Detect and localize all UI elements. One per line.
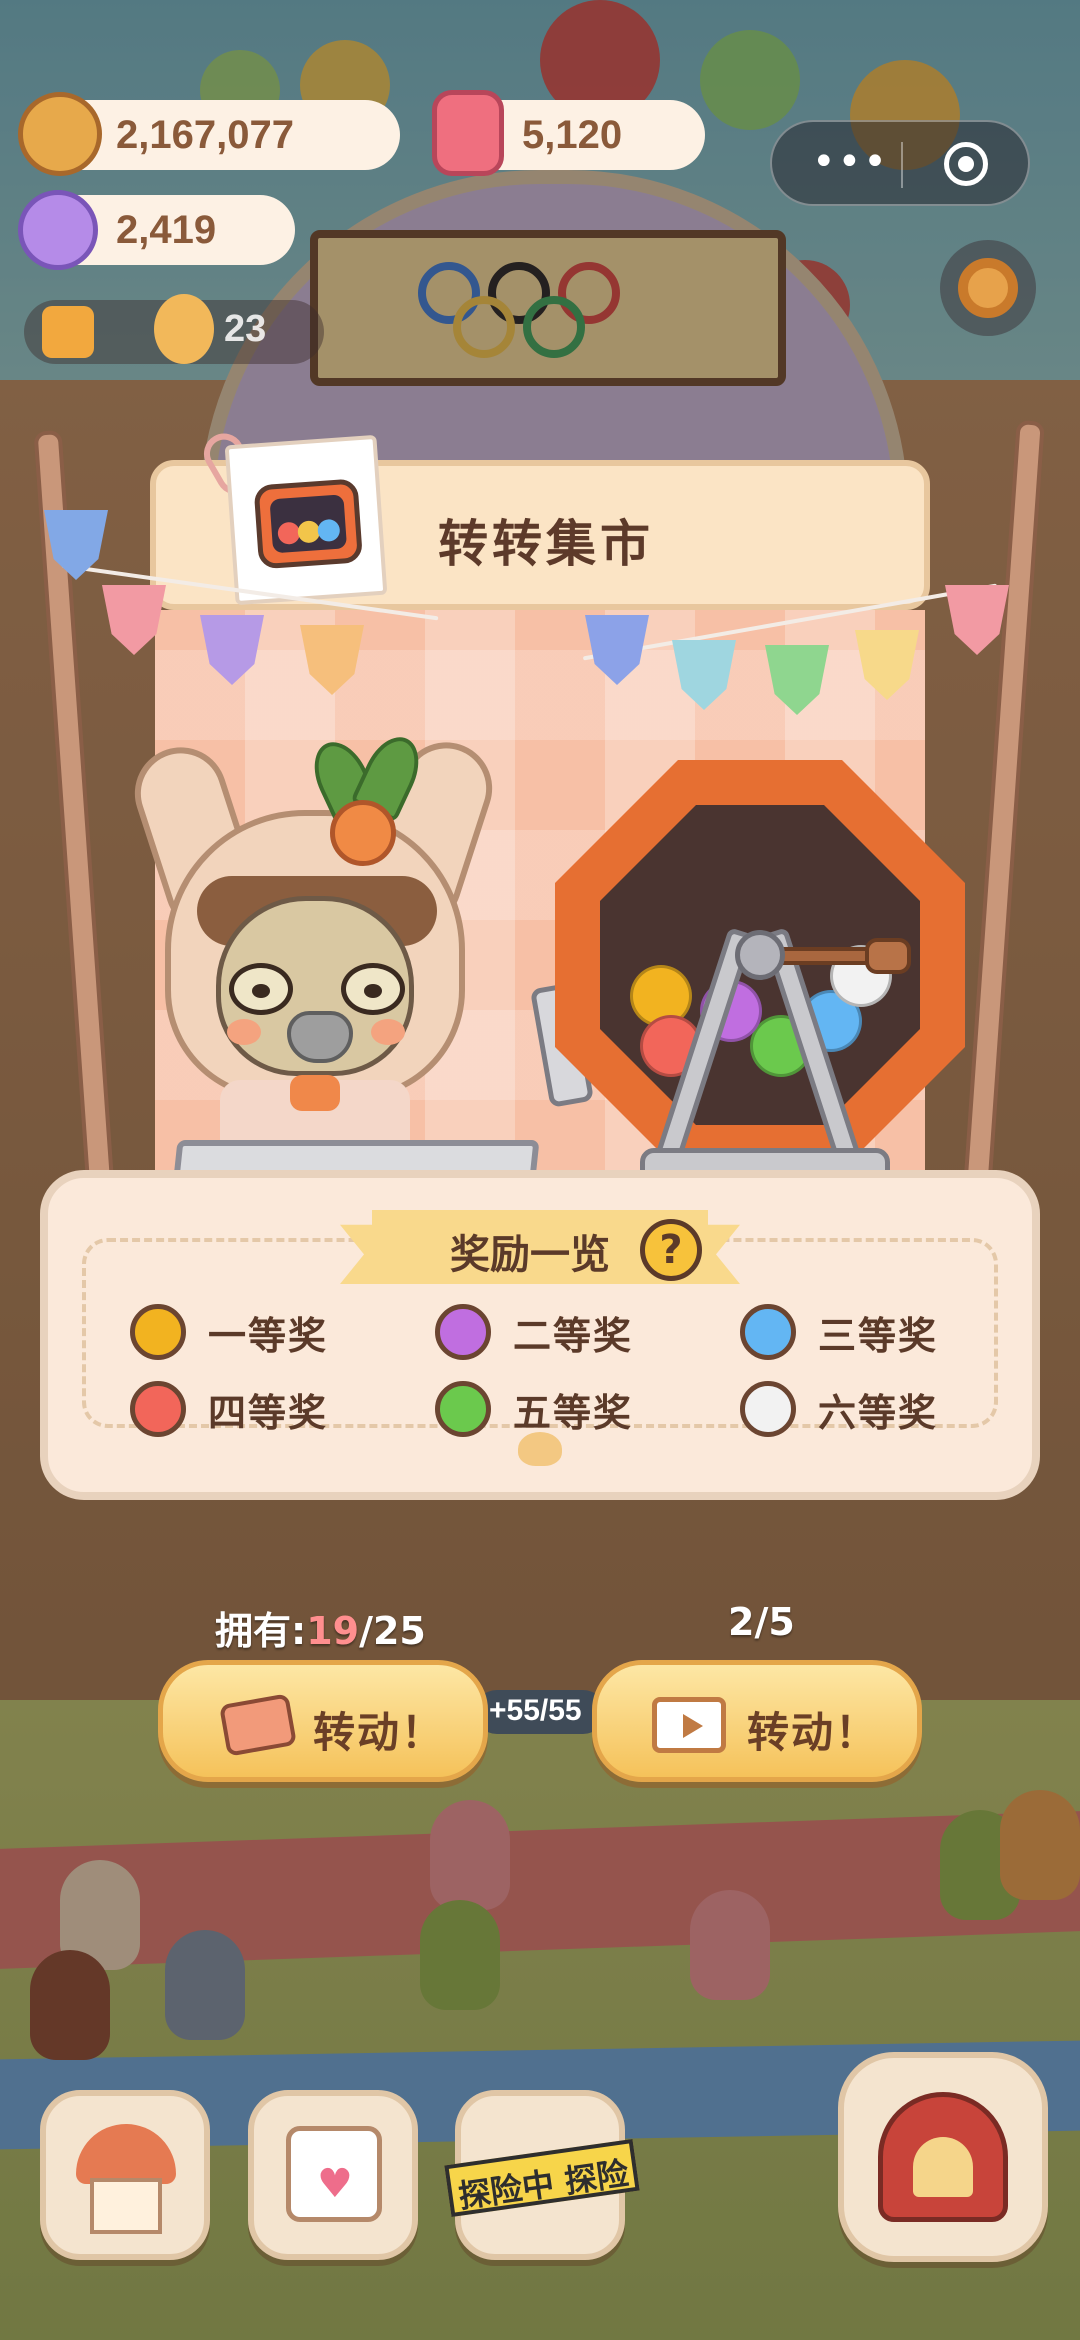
- owned-label: 拥有:: [215, 1609, 307, 1653]
- gem-amount: 2,419: [116, 207, 217, 252]
- target-close-icon[interactable]: [944, 142, 988, 186]
- prize-ball-icon: [435, 1304, 491, 1360]
- house-icon: [76, 2124, 176, 2184]
- crank-knob[interactable]: [865, 938, 911, 974]
- calendar-button[interactable]: ♥: [248, 2090, 418, 2260]
- prize-label: 六等奖: [818, 1390, 939, 1435]
- notice-count: 23: [224, 308, 267, 350]
- ticket-spin-button[interactable]: 转动！: [158, 1660, 488, 1782]
- prize-ball-icon: [435, 1381, 491, 1437]
- calendar-heart-icon: ♥: [286, 2126, 382, 2222]
- prize-label: 五等奖: [513, 1390, 634, 1435]
- explore-status: 探险中 探险: [456, 2154, 631, 2216]
- pink-candle-icon: [432, 90, 504, 176]
- prize-tier-2: 二等奖: [435, 1300, 633, 1364]
- wechat-capsule: •••: [770, 120, 1030, 206]
- prize-ball-icon: [740, 1381, 796, 1437]
- retro-tv-icon: [253, 478, 364, 570]
- ad-spin-count: 2/5: [728, 1600, 795, 1644]
- cookie-coin-icon: [18, 92, 102, 176]
- video-icon: [652, 1697, 726, 1753]
- prize-tier-3: 三等奖: [740, 1300, 938, 1364]
- prize-label: 一等奖: [208, 1313, 329, 1358]
- capsule-divider: [901, 142, 903, 188]
- title-photo-card: [224, 434, 388, 606]
- video-spin-label: 转动！: [747, 1708, 880, 1757]
- prize-ball-icon: [130, 1304, 186, 1360]
- shopkeeper-face: [216, 896, 414, 1076]
- video-spin-button[interactable]: 转动！: [592, 1660, 922, 1782]
- home-button[interactable]: [40, 2090, 210, 2260]
- circus-stage-icon: [878, 2092, 1008, 2222]
- candle-amount: 5,120: [522, 112, 623, 157]
- coin-amount: 2,167,077: [116, 112, 294, 157]
- prize-label: 四等奖: [208, 1390, 329, 1435]
- prize-tier-1: 一等奖: [130, 1300, 328, 1364]
- prize-ball-icon: [740, 1304, 796, 1360]
- chick-avatar: [154, 294, 214, 364]
- purple-candy-gem-icon: [18, 190, 98, 270]
- prize-tier-4: 四等奖: [130, 1377, 328, 1441]
- settings-button[interactable]: [940, 240, 1036, 336]
- energy-value: +55/55: [489, 1694, 582, 1727]
- owned-total: /25: [359, 1609, 426, 1653]
- gear-icon: [958, 258, 1018, 318]
- more-dots-icon[interactable]: •••: [812, 142, 889, 182]
- beak: [287, 1011, 353, 1063]
- reward-heading: 奖励一览: [450, 1232, 610, 1278]
- announcement-bar[interactable]: 23: [24, 294, 324, 364]
- prize-ball-icon: [130, 1381, 186, 1437]
- prize-label: 三等奖: [818, 1313, 939, 1358]
- owned-tickets: 拥有:19/25: [215, 1600, 426, 1655]
- bow-icon: [290, 1075, 340, 1111]
- eye: [229, 963, 293, 1015]
- explore-button[interactable]: 探险中 探险: [444, 2090, 640, 2260]
- owned-current: 19: [306, 1609, 360, 1653]
- exploring-tape: 探险中 探险: [444, 2139, 640, 2217]
- prize-tier-5: 五等奖: [435, 1377, 633, 1441]
- prize-tier-6: 六等奖: [740, 1377, 938, 1441]
- ticket-spin-label: 转动！: [313, 1708, 446, 1757]
- circus-button[interactable]: [838, 2052, 1048, 2262]
- paw-icon: [518, 1432, 562, 1466]
- eye: [341, 963, 405, 1015]
- energy-bar: +55/55: [475, 1690, 605, 1734]
- megaphone-icon: [42, 306, 94, 358]
- carrot-icon: [330, 800, 396, 866]
- crank-hub: [735, 930, 785, 980]
- prize-label: 二等奖: [513, 1313, 634, 1358]
- help-button[interactable]: ?: [640, 1219, 702, 1281]
- ticket-icon: [219, 1693, 297, 1757]
- shopkeeper-bunny[interactable]: [165, 810, 465, 1100]
